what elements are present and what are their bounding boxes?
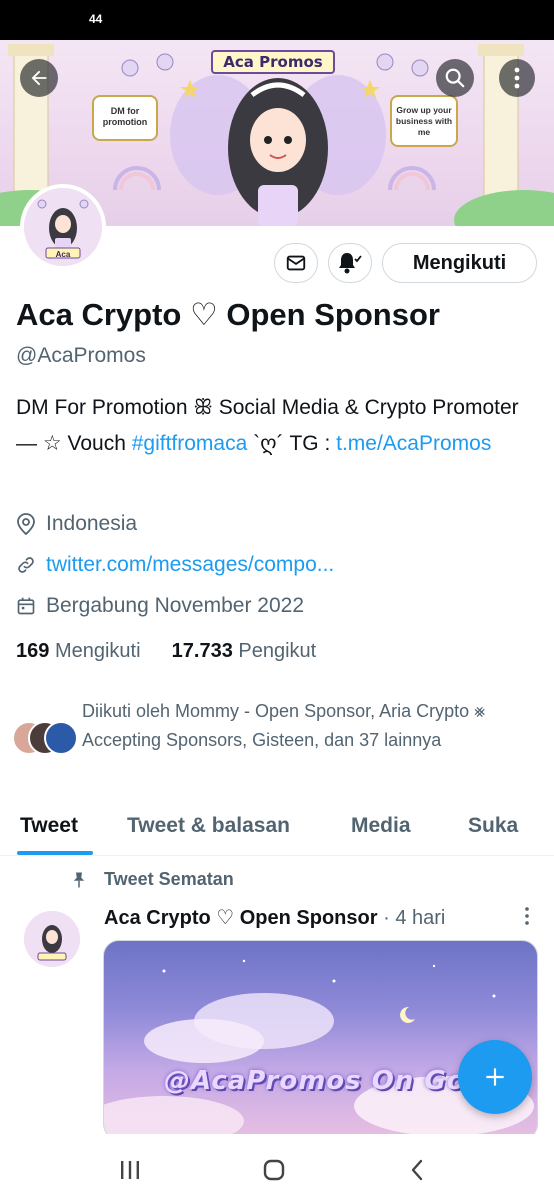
bell-check-icon [339, 253, 362, 274]
banner-left-sign: DM for promotion [92, 95, 158, 141]
tweet-time[interactable]: 4 hari [395, 907, 445, 929]
tweet-author-name[interactable]: Aca Crypto ♡ Open Sponsor [104, 907, 378, 929]
tab-tweet[interactable]: Tweet [20, 814, 78, 838]
profile-tabs: Tweet Tweet & balasan Media Suka [0, 800, 554, 856]
display-name: Aca Crypto ♡ Open Sponsor [16, 297, 440, 332]
message-button[interactable] [274, 243, 318, 283]
website-link[interactable]: twitter.com/messages/compo... [46, 553, 334, 577]
location-row: Indonesia [16, 510, 137, 538]
more-vertical-icon [514, 67, 520, 89]
followed-by-text[interactable]: Diikuti oleh Mommy - Open Sponsor, Aria … [82, 697, 502, 755]
avatar [44, 721, 78, 755]
recent-apps-icon[interactable] [118, 1158, 142, 1182]
plus-icon [486, 1068, 504, 1086]
notifications-button[interactable] [328, 243, 372, 283]
media-illustration [104, 959, 534, 1139]
back-nav-icon[interactable] [406, 1158, 430, 1182]
pinned-indicator: Tweet Sematan [70, 869, 234, 890]
pinned-label: Tweet Sematan [104, 869, 234, 889]
telegram-link[interactable]: t.me/AcaPromos [336, 432, 491, 455]
mail-icon [286, 255, 306, 271]
following-count: 169 [16, 640, 50, 662]
calendar-icon [17, 597, 35, 615]
following-button[interactable]: Mengikuti [382, 243, 537, 283]
media-caption: @AcaPromos On Goin [164, 1066, 495, 1096]
followers-count: 17.733 [171, 640, 233, 662]
compose-tweet-button[interactable] [458, 1040, 532, 1114]
location-text: Indonesia [46, 512, 138, 535]
bio: DM For Promotion ꕥ Social Media & Crypto… [16, 390, 536, 462]
avatar-illustration [24, 911, 80, 967]
status-bar: 44 [0, 0, 554, 40]
followers-label: Pengikut [238, 640, 317, 662]
followers-stat[interactable]: 17.733 Pengikut [172, 640, 317, 662]
tab-likes[interactable]: Suka [468, 814, 518, 838]
arrow-left-icon [31, 70, 47, 86]
bio-text-2: `ღ´ TG : [247, 432, 337, 455]
search-button[interactable] [436, 59, 474, 97]
following-label: Mengikuti [54, 640, 141, 662]
tweet-media[interactable]: @AcaPromos On Goin [103, 940, 538, 1140]
banner-right-sign: Grow up your business with me [390, 95, 458, 147]
followed-by-avatars[interactable] [12, 721, 78, 755]
handle: @AcaPromos [16, 344, 146, 367]
search-icon [445, 68, 465, 88]
banner-title: Aca Promos [211, 50, 335, 74]
back-button[interactable] [20, 59, 58, 97]
joined-text: Bergabung November 2022 [46, 594, 305, 617]
system-navigation-bar [0, 1134, 554, 1200]
tweet-more-button[interactable] [524, 906, 530, 931]
home-icon[interactable] [262, 1158, 286, 1182]
more-options-button[interactable] [499, 59, 535, 97]
link-icon [18, 557, 34, 573]
tweet-header: Aca Crypto ♡ Open Sponsor · 4 hari [104, 905, 445, 930]
tab-tweets-replies[interactable]: Tweet & balasan [127, 814, 290, 838]
tweet-author-avatar[interactable] [24, 911, 80, 967]
tweet-separator: · [383, 907, 390, 929]
follow-stats: 169 Mengikuti 17.733 Pengikut [16, 640, 316, 663]
hashtag-link[interactable]: #giftfromaca [132, 432, 248, 455]
avatar-label: Aca [55, 250, 71, 259]
website-row[interactable]: twitter.com/messages/compo... [16, 551, 334, 579]
status-time: 44 [89, 12, 103, 26]
tab-media[interactable]: Media [351, 814, 411, 838]
location-pin-icon [17, 513, 35, 535]
pin-icon [73, 872, 85, 887]
active-tab-indicator [17, 851, 93, 855]
avatar[interactable]: Aca [20, 184, 106, 270]
following-stat[interactable]: 169 Mengikuti [16, 640, 141, 662]
joined-row: Bergabung November 2022 [16, 592, 304, 620]
more-vertical-icon [525, 907, 529, 925]
